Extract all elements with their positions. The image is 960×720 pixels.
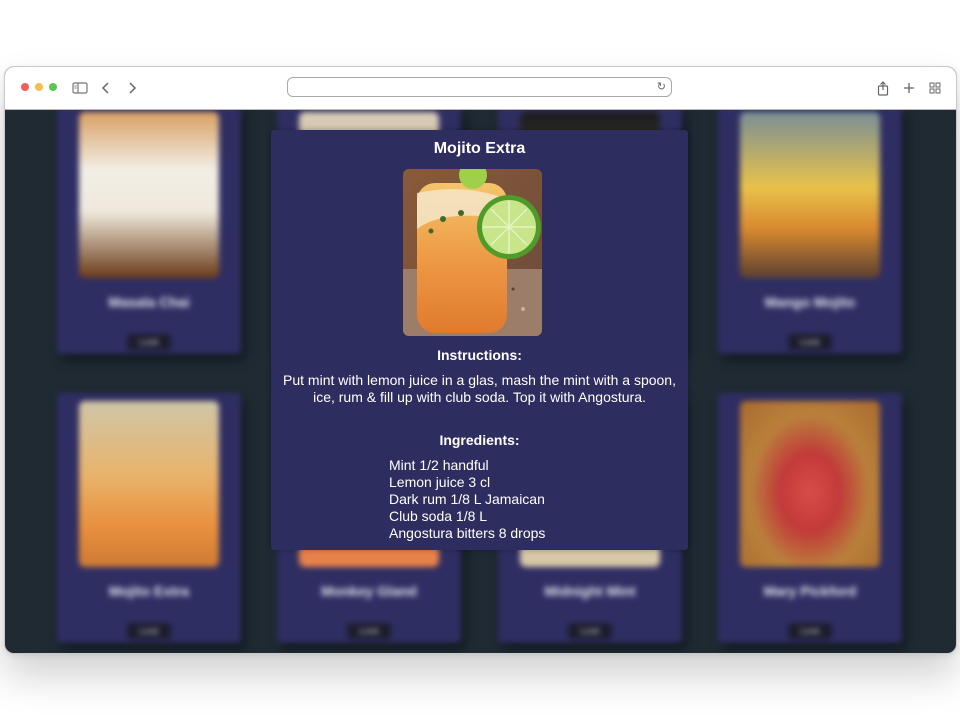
ingredient-item: Dark rum 1/8 L Jamaican: [389, 491, 545, 507]
ingredient-item: Club soda 1/8 L: [389, 508, 488, 524]
cocktail-image: [79, 112, 219, 278]
close-window-button[interactable]: [21, 83, 29, 91]
cocktail-card[interactable]: Mojito Extra Look: [57, 393, 241, 643]
forward-icon[interactable]: [123, 79, 141, 97]
tab-overview-icon[interactable]: [926, 79, 944, 97]
look-button[interactable]: Look: [347, 623, 391, 639]
minimize-window-button[interactable]: [35, 83, 43, 91]
sidebar-icon[interactable]: [71, 79, 89, 97]
browser-window: ↻ Masala Chai Look Mango Mojito Look Moj…: [4, 66, 957, 654]
cocktail-photo: [403, 169, 542, 336]
cocktail-card[interactable]: Mango Mojito Look: [718, 110, 902, 354]
ingredient-item: Lemon juice 3 cl: [389, 474, 491, 490]
address-bar[interactable]: ↻: [287, 77, 672, 97]
back-icon[interactable]: [97, 79, 115, 97]
ingredients-heading: Ingredients:: [439, 432, 520, 448]
look-button[interactable]: Look: [127, 334, 171, 350]
cocktail-name: Midnight Mint: [544, 583, 636, 599]
cocktail-card[interactable]: Masala Chai Look: [57, 110, 241, 354]
look-button[interactable]: Look: [568, 623, 612, 639]
instructions-text: Put mint with lemon juice in a glas, mas…: [283, 372, 676, 405]
browser-toolbar: ↻: [5, 67, 956, 110]
cocktail-image: [740, 112, 880, 278]
share-icon[interactable]: [874, 79, 892, 97]
look-button[interactable]: Look: [127, 623, 171, 639]
cocktail-name: Monkey Gland: [321, 583, 417, 599]
page-content: Masala Chai Look Mango Mojito Look Mojit…: [5, 110, 956, 653]
ingredient-item: Mint 1/2 handful: [389, 457, 489, 473]
cocktail-card[interactable]: Mary Pickford Look: [718, 393, 902, 643]
look-button[interactable]: Look: [788, 334, 832, 350]
cocktail-image: [740, 401, 880, 567]
ingredients-list: Mint 1/2 handful Lemon juice 3 cl Dark r…: [389, 457, 545, 542]
maximize-window-button[interactable]: [49, 83, 57, 91]
cocktail-name: Mango Mojito: [764, 294, 856, 310]
reload-icon[interactable]: ↻: [657, 81, 666, 93]
cocktail-detail-modal: Mojito Extra Instructions: Put mint with…: [271, 130, 688, 550]
modal-title: Mojito Extra: [433, 140, 526, 157]
cocktail-name: Masala Chai: [108, 294, 190, 310]
cocktail-name: Mary Pickford: [763, 583, 857, 599]
instructions-heading: Instructions:: [437, 347, 522, 363]
look-button[interactable]: Look: [788, 623, 832, 639]
cocktail-image: [79, 401, 219, 567]
ingredient-item: Angostura bitters 8 drops: [389, 525, 546, 541]
cocktail-name: Mojito Extra: [108, 583, 190, 599]
new-tab-icon[interactable]: [900, 79, 918, 97]
